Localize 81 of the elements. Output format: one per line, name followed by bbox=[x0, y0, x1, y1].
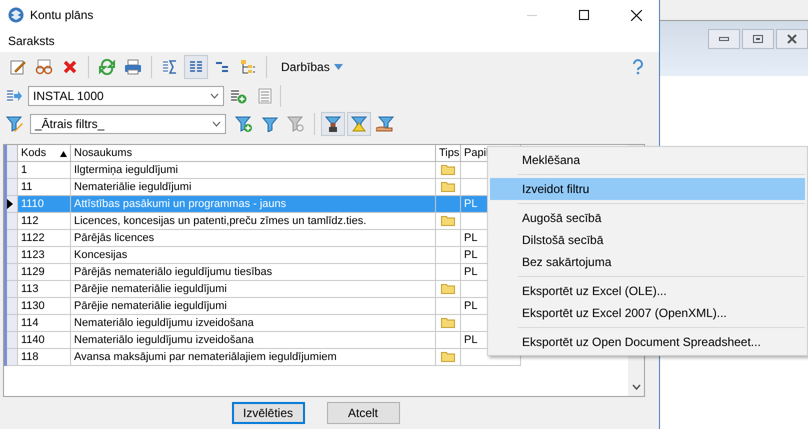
header-corner bbox=[6, 145, 18, 162]
dropdown-caret-icon[interactable] bbox=[212, 121, 221, 127]
delete-icon bbox=[63, 60, 77, 74]
filter-edit-icon[interactable] bbox=[6, 115, 24, 133]
name-cell: Koncesijas bbox=[70, 246, 436, 264]
code-cell: 1140 bbox=[18, 332, 70, 348]
folder-icon bbox=[441, 316, 455, 328]
glasses-icon bbox=[35, 59, 53, 75]
maximize-icon bbox=[579, 10, 589, 20]
scroll-down-icon[interactable] bbox=[632, 384, 640, 390]
name-cell: Licences, koncesijas un patenti,preču zīmes un tamlīdz.ties. bbox=[70, 212, 436, 230]
filter-icon bbox=[262, 116, 278, 132]
minimize-button[interactable] bbox=[708, 29, 740, 49]
columns-icon bbox=[188, 59, 204, 75]
account-plan-dropdown[interactable]: INSTAL 1000 bbox=[28, 86, 224, 106]
filter-clear-icon bbox=[287, 115, 305, 133]
window-title: Kontu plāns bbox=[30, 8, 94, 22]
filter-add-icon bbox=[235, 115, 253, 133]
filter-warning-icon bbox=[351, 116, 367, 132]
sum-icon bbox=[162, 59, 178, 75]
dropdown-caret-icon[interactable] bbox=[210, 93, 219, 99]
folder-icon bbox=[441, 164, 455, 174]
minimize-icon bbox=[527, 14, 537, 16]
current-row-icon bbox=[7, 199, 13, 209]
filter-button[interactable] bbox=[347, 112, 371, 136]
name-cell: Ilgtermiņa ieguldījumi bbox=[70, 162, 436, 178]
list-icon[interactable] bbox=[256, 88, 274, 104]
name-cell: Pārējās nemateriālo ieguldījumu tiesības bbox=[70, 264, 436, 280]
code-cell: 1122 bbox=[18, 230, 70, 246]
folder-icon bbox=[441, 282, 455, 294]
menu-item[interactable]: Saraksts bbox=[6, 34, 57, 48]
list-add-icon[interactable] bbox=[230, 88, 248, 104]
name-cell: Pārējās licences bbox=[70, 230, 436, 246]
minimize-icon bbox=[719, 37, 729, 41]
filter-person-icon bbox=[325, 116, 341, 132]
close-icon bbox=[787, 34, 797, 44]
code-cell: 11 bbox=[18, 178, 70, 196]
dialog-button[interactable]: Atcelt bbox=[326, 402, 400, 424]
folder-icon bbox=[441, 180, 455, 192]
code-cell: 1123 bbox=[18, 246, 70, 264]
name-cell: Nemateriālo ieguldījumu izveidošana bbox=[70, 332, 436, 348]
actions-menu-button[interactable]: Darbības bbox=[277, 60, 347, 74]
filter-hand-icon bbox=[376, 116, 394, 132]
code-cell: 1110 bbox=[18, 196, 70, 212]
help-icon[interactable] bbox=[631, 59, 645, 75]
column-header[interactable]: Kods bbox=[18, 145, 70, 162]
code-cell: 1129 bbox=[18, 264, 70, 280]
folder-icon bbox=[441, 214, 455, 226]
restore-button[interactable] bbox=[742, 29, 774, 49]
code-cell: 1130 bbox=[18, 298, 70, 314]
column-header[interactable]: Nosaukums bbox=[70, 145, 436, 162]
context-menu-item[interactable]: Izveidot filtru bbox=[490, 178, 805, 200]
context-menu-item[interactable]: Meklēšana bbox=[490, 149, 805, 171]
restore-icon bbox=[753, 35, 763, 43]
quick-filter-dropdown[interactable]: _Ātrais filtrs_ bbox=[30, 114, 226, 134]
name-cell: Avansa maksājumi par nemateriālajiem ieguldījumiem bbox=[70, 348, 436, 366]
filter-button[interactable] bbox=[321, 112, 345, 136]
pencil-icon bbox=[10, 59, 26, 75]
code-cell: 118 bbox=[18, 348, 70, 366]
column-header[interactable]: Tips bbox=[436, 145, 460, 162]
indent-icon bbox=[214, 59, 230, 75]
code-cell: 114 bbox=[18, 314, 70, 332]
code-cell: 1 bbox=[18, 162, 70, 178]
sort-ascending-icon bbox=[60, 151, 67, 157]
close-button[interactable] bbox=[776, 29, 808, 49]
code-cell: 113 bbox=[18, 280, 70, 298]
code-cell: 112 bbox=[18, 212, 70, 230]
name-cell: Pārējie nemateriālie ieguldījumi bbox=[70, 280, 436, 298]
name-cell: Pārējie nemateriālie ieguldījumi bbox=[70, 298, 436, 314]
name-cell: Attīstības pasākumi un programmas - jauns bbox=[70, 196, 436, 212]
tree-icon bbox=[240, 59, 256, 75]
dialog-button[interactable]: Izvēlēties bbox=[232, 402, 304, 424]
close-icon bbox=[630, 10, 642, 20]
app-logo-icon bbox=[8, 7, 24, 23]
caret-icon bbox=[334, 64, 343, 70]
toolbar-button[interactable] bbox=[184, 55, 208, 79]
printer-icon bbox=[124, 59, 142, 75]
folder-icon bbox=[441, 350, 455, 362]
name-cell: Nemateriālo ieguldījumu izveidošana bbox=[70, 314, 436, 332]
name-cell: Nemateriālie ieguldījumi bbox=[70, 178, 436, 196]
refresh-icon bbox=[99, 59, 115, 75]
